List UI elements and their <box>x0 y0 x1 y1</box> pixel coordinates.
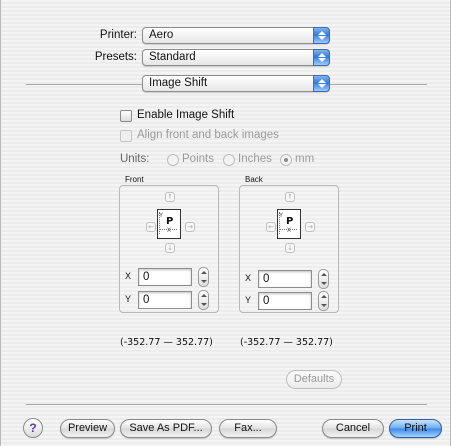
back-page-letter: P <box>286 216 294 227</box>
front-page-preview: Y P X <box>157 209 181 239</box>
popup-arrows-icon <box>313 49 330 66</box>
save-as-pdf-button[interactable]: Save As PDF... <box>120 419 212 438</box>
front-y-axis-label: Y <box>159 213 164 219</box>
back-x-label: X <box>245 273 252 283</box>
back-x-axis-label: X <box>287 228 292 234</box>
enable-image-shift-checkbox[interactable] <box>120 110 132 122</box>
back-y-label: Y <box>245 295 252 305</box>
back-y-field[interactable]: 0 <box>258 292 312 310</box>
front-x-label: X <box>125 271 132 281</box>
units-inches-radio <box>223 154 235 166</box>
back-up-arrow-icon: ↑ <box>285 192 295 202</box>
fax-button[interactable]: Fax... <box>219 419 277 438</box>
back-page-preview: Y P X <box>277 209 301 239</box>
printer-popup[interactable]: Aero <box>142 27 330 44</box>
front-y-label: Y <box>125 294 132 304</box>
panel-value: Image Shift <box>149 77 208 89</box>
front-x-axis-label: X <box>167 228 172 234</box>
front-y-stepper[interactable] <box>198 290 209 310</box>
preview-button[interactable]: Preview <box>60 419 115 438</box>
popup-arrows-icon <box>313 27 330 44</box>
front-y-field[interactable]: 0 <box>138 291 192 309</box>
help-button[interactable]: ? <box>23 418 43 438</box>
printer-value: Aero <box>149 29 174 41</box>
bottom-divider <box>26 404 427 405</box>
printer-label: Printer: <box>99 29 137 41</box>
back-group-title: Back <box>245 175 263 184</box>
align-images-label: Align front and back images <box>137 129 279 141</box>
front-x-stepper[interactable] <box>198 267 209 287</box>
back-down-arrow-icon: ↓ <box>285 243 295 253</box>
front-up-arrow-icon: ↑ <box>165 192 175 202</box>
units-mm-radio <box>280 154 292 166</box>
back-y-stepper[interactable] <box>318 291 329 311</box>
cancel-button[interactable]: Cancel <box>322 419 384 438</box>
enable-image-shift-label: Enable Image Shift <box>137 109 235 121</box>
units-label: Units: <box>120 153 150 165</box>
front-down-arrow-icon: ↓ <box>165 243 175 253</box>
front-group: ↑ ← Y P X → ↓ X 0 Y 0 <box>119 185 219 313</box>
defaults-button: Defaults <box>286 370 342 389</box>
units-points-label: Points <box>182 153 214 165</box>
front-page-letter: P <box>166 216 174 227</box>
popup-arrows-icon <box>313 75 330 92</box>
units-inches-label: Inches <box>238 153 272 165</box>
presets-popup[interactable]: Standard <box>142 49 330 66</box>
front-range: (-352.77 — 352.77) <box>120 337 213 348</box>
align-images-checkbox <box>120 130 132 142</box>
presets-value: Standard <box>149 51 196 63</box>
back-x-field[interactable]: 0 <box>258 270 312 288</box>
panel-popup[interactable]: Image Shift <box>142 75 330 92</box>
back-group: ↑ ← Y P X → ↓ X 0 Y 0 <box>239 185 339 313</box>
units-points-radio <box>167 154 179 166</box>
units-mm-label: mm <box>295 153 315 165</box>
front-x-field[interactable]: 0 <box>138 268 192 286</box>
presets-label: Presets: <box>94 51 137 63</box>
back-y-axis-label: Y <box>279 213 284 219</box>
back-left-arrow-icon: ← <box>266 222 276 232</box>
front-group-title: Front <box>125 175 144 184</box>
print-button[interactable]: Print <box>389 419 442 438</box>
front-right-arrow-icon: → <box>185 222 195 232</box>
back-right-arrow-icon: → <box>305 222 315 232</box>
print-dialog-sheet: Printer: Aero Presets: Standard Image Sh… <box>0 0 451 446</box>
back-range: (-352.77 — 352.77) <box>240 337 333 348</box>
back-x-stepper[interactable] <box>318 269 329 289</box>
front-left-arrow-icon: ← <box>146 222 156 232</box>
